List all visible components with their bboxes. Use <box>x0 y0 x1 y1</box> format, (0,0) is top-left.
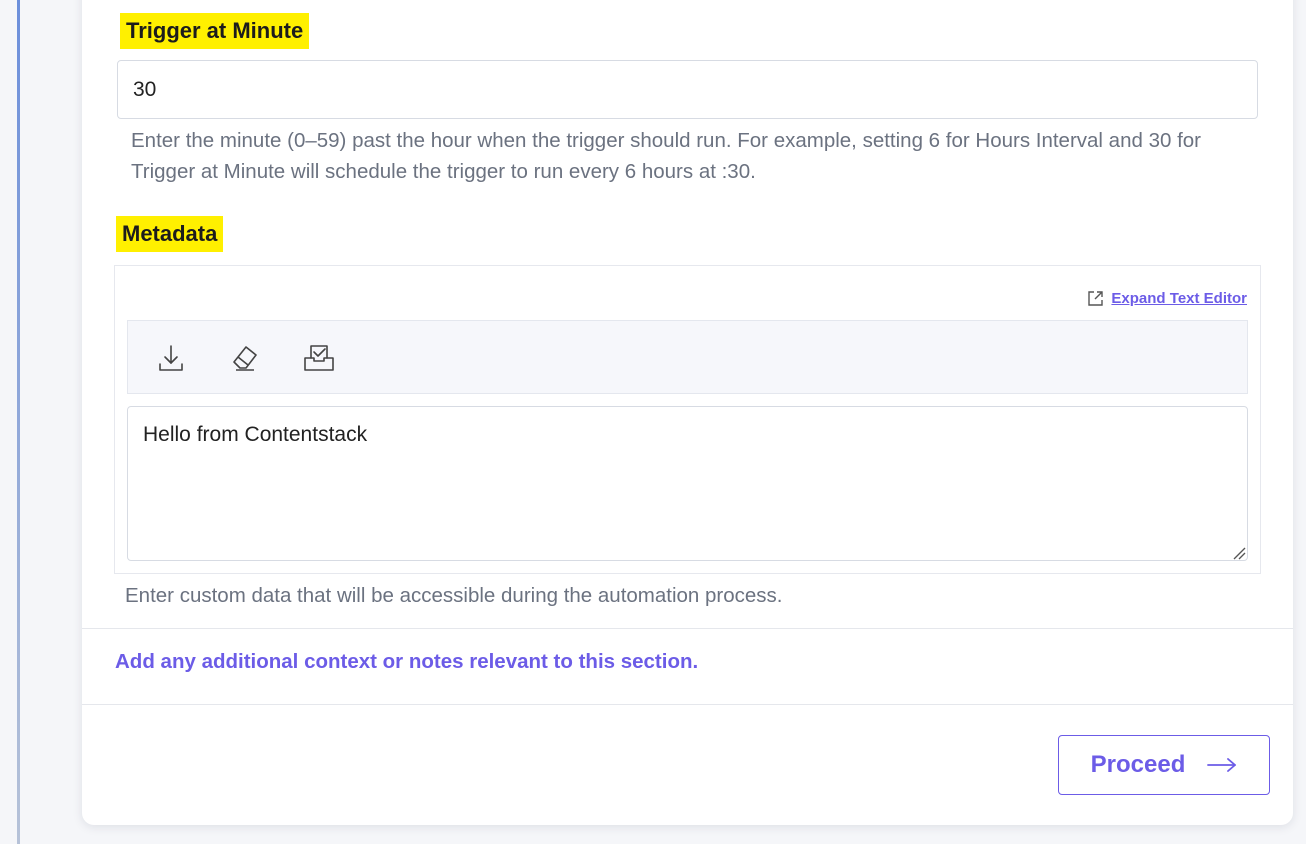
arrow-right-icon <box>1207 758 1237 772</box>
section-divider-bottom <box>82 704 1293 705</box>
download-button[interactable] <box>154 341 188 375</box>
trigger-minute-label: Trigger at Minute <box>120 13 310 49</box>
metadata-label: Metadata <box>116 216 224 252</box>
metadata-help: Enter custom data that will be accessibl… <box>125 584 783 607</box>
proceed-label: Proceed <box>1090 751 1186 778</box>
editor-toolbar <box>127 320 1248 394</box>
clear-button[interactable] <box>228 341 262 375</box>
download-icon <box>159 345 183 371</box>
resize-handle-icon[interactable] <box>1232 546 1246 560</box>
metadata-editor-box: Expand Text Editor Hello from Contentsta… <box>114 265 1261 574</box>
left-rail-line <box>17 0 20 844</box>
trigger-minute-input[interactable] <box>117 60 1258 119</box>
validate-button[interactable] <box>302 341 336 375</box>
eraser-icon <box>233 346 257 371</box>
section-divider-top <box>82 628 1293 629</box>
external-link-icon <box>1088 291 1104 306</box>
section-notes: Add any additional context or notes rele… <box>115 650 699 673</box>
proceed-button[interactable]: Proceed <box>1058 735 1270 795</box>
inbox-check-icon <box>304 345 334 371</box>
expand-text-editor-link[interactable]: Expand Text Editor <box>1087 290 1247 307</box>
expand-text-editor-label: Expand Text Editor <box>1111 290 1247 307</box>
trigger-minute-help: Enter the minute (0–59) past the hour wh… <box>131 129 1202 183</box>
metadata-textarea[interactable]: Hello from Contentstack <box>127 406 1248 561</box>
